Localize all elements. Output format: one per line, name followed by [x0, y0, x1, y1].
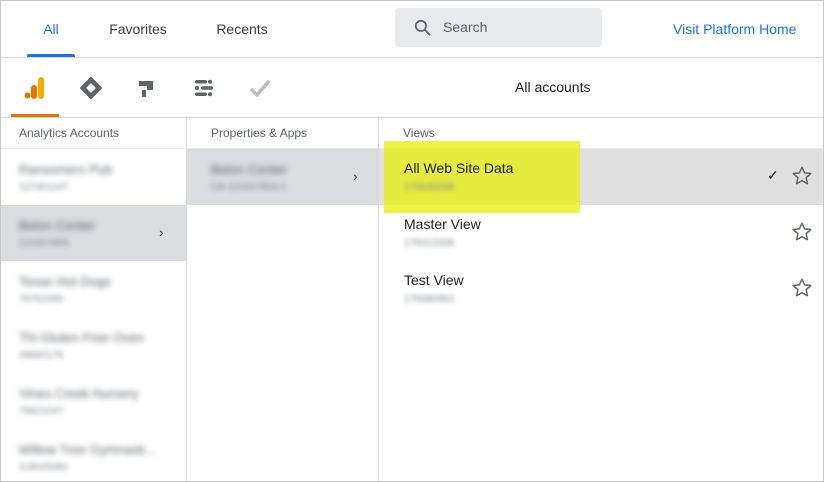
- account-item[interactable]: Ransomers Pub 127301107: [1, 149, 186, 205]
- product-analytics[interactable]: [11, 58, 59, 117]
- account-id: 70752490: [19, 294, 64, 305]
- account-id: 127301107: [19, 182, 69, 193]
- analytics-icon: [24, 77, 44, 99]
- view-name: Test View: [404, 272, 464, 288]
- account-item[interactable]: Willow Tree Gymnasti... 118025081: [1, 429, 186, 481]
- view-item[interactable]: Test View 179380952: [379, 261, 823, 317]
- properties-column: Properties & Apps Belon Center UA-110207…: [187, 118, 379, 481]
- account-id: 79621047: [19, 406, 64, 417]
- view-item[interactable]: Master View 179312008: [379, 205, 823, 261]
- account-picker: All Favorites Recents Search Visit Platf…: [0, 0, 824, 482]
- views-column: Views All Web Site Data 176640098 ✓ Mast…: [379, 118, 823, 481]
- properties-column-header: Properties & Apps: [187, 118, 378, 149]
- account-id: 118025081: [19, 462, 69, 473]
- tab-recents[interactable]: Recents: [213, 1, 271, 57]
- data-studio-icon: [195, 79, 213, 97]
- accounts-column-header: Analytics Accounts: [1, 118, 186, 149]
- tag-manager-icon: [79, 76, 103, 100]
- star-icon[interactable]: [791, 221, 813, 243]
- account-item[interactable]: Vines Creek Nursery 79621047: [1, 373, 186, 429]
- top-bar: All Favorites Recents Search Visit Platf…: [1, 1, 823, 58]
- search-placeholder: Search: [443, 19, 488, 35]
- view-name: Master View: [404, 216, 481, 232]
- star-icon[interactable]: [791, 165, 813, 187]
- property-item-selected[interactable]: Belon Center UA-110207859-1 ›: [187, 149, 378, 205]
- product-row: All accounts: [1, 58, 823, 118]
- chevron-right-icon: ›: [353, 168, 358, 184]
- star-icon[interactable]: [791, 277, 813, 299]
- tab-all[interactable]: All: [27, 1, 75, 57]
- view-id: 179312008: [404, 238, 455, 249]
- account-item-selected[interactable]: Belon Center 110207859 ›: [1, 205, 186, 261]
- product-optimize[interactable]: [121, 58, 169, 117]
- tab-favorites[interactable]: Favorites: [105, 1, 171, 57]
- optimize-icon: [139, 81, 153, 97]
- chevron-right-icon: ›: [159, 224, 164, 240]
- account-name: Ransomers Pub: [19, 162, 113, 177]
- views-column-header: Views: [379, 118, 823, 149]
- account-item[interactable]: Texas Hot Dogs 70752490: [1, 261, 186, 317]
- view-id: 179380952: [404, 294, 455, 305]
- search-input[interactable]: Search: [395, 8, 602, 47]
- accounts-column: Analytics Accounts Ransomers Pub 1273011…: [1, 118, 187, 481]
- view-item-selected[interactable]: All Web Site Data 176640098 ✓: [379, 141, 823, 213]
- property-name: Belon Center: [211, 162, 287, 177]
- view-id: 176640098: [404, 182, 455, 193]
- visit-platform-home-link[interactable]: Visit Platform Home: [673, 1, 796, 57]
- account-name: Thi Gluten Free Oven: [19, 330, 144, 345]
- account-item[interactable]: Thi Gluten Free Oven 49660176: [1, 317, 186, 373]
- account-id: 110207859: [19, 238, 69, 249]
- all-accounts-label: All accounts: [515, 79, 591, 95]
- account-id: 49660176: [19, 350, 64, 361]
- highlight-annotation: [384, 141, 580, 213]
- product-tag-manager[interactable]: [66, 58, 114, 117]
- account-name: Texas Hot Dogs: [19, 274, 111, 289]
- product-data-studio[interactable]: [179, 58, 227, 117]
- search-icon: [414, 19, 431, 36]
- account-name: Vines Creek Nursery: [19, 386, 139, 401]
- property-id: UA-110207859-1: [211, 182, 287, 193]
- view-name: All Web Site Data: [404, 160, 514, 176]
- check-icon: ✓: [767, 167, 779, 183]
- account-name: Willow Tree Gymnasti...: [19, 442, 156, 457]
- account-name: Belon Center: [19, 218, 95, 233]
- surveys-icon: [249, 79, 271, 97]
- product-surveys[interactable]: [235, 58, 283, 117]
